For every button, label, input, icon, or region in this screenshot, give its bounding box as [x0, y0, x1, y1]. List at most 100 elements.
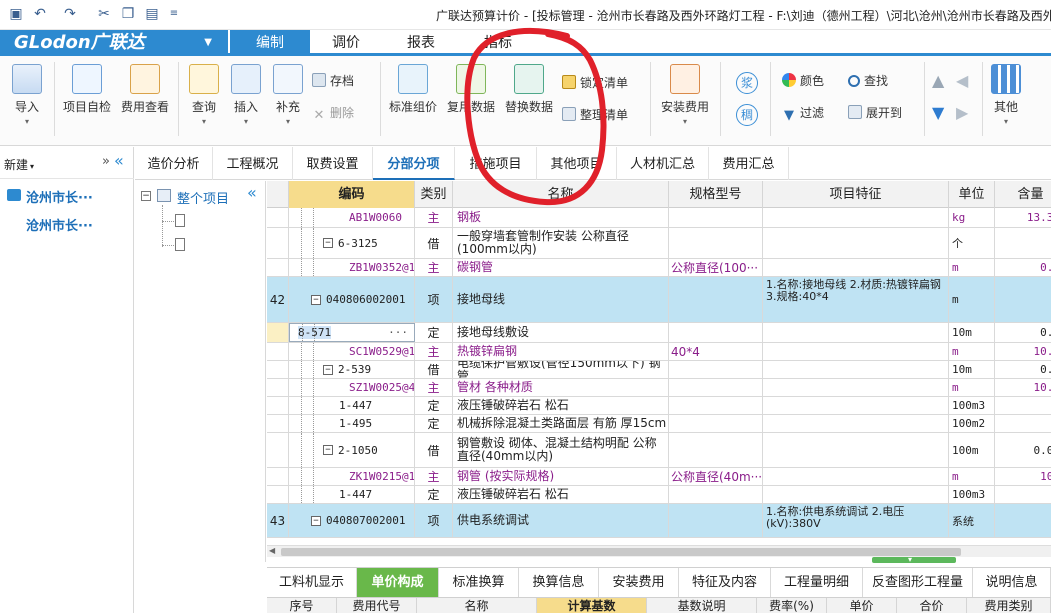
tab-project-overview[interactable]: 工程概况 [213, 147, 293, 180]
tab-zhibiao[interactable]: 指标 [462, 32, 534, 54]
cell-name[interactable]: 钢管敷设 砌体、混凝土结构明配 公称直径(40mm以内) [453, 433, 669, 467]
customize-icon[interactable]: ≡ [166, 6, 182, 22]
cell-spec[interactable]: 公称直径(100··· [669, 259, 763, 276]
cut-icon[interactable]: ✂ [96, 6, 112, 22]
table-row[interactable]: ZB1W0352@1 主 碳钢管 公称直径(100··· m 0.3 [267, 259, 1051, 277]
thin-view-button[interactable]: 浆 [736, 72, 758, 94]
cell-feature[interactable]: 1.名称:供电系统调试 2.电压(kV):380V [763, 504, 949, 537]
cell-type[interactable]: 借 [415, 433, 453, 467]
cell-qty[interactable]: 0.1 [995, 323, 1051, 342]
tab-tiaojia[interactable]: 调价 [310, 32, 382, 54]
cell-qty[interactable]: 0 [995, 228, 1051, 258]
cell-type[interactable]: 借 [415, 228, 453, 258]
cell-qty[interactable]: 103 [995, 468, 1051, 485]
project-self-check-button[interactable]: 项目自检 [60, 64, 114, 115]
organize-list-button[interactable]: 整理清单 [562, 106, 628, 124]
cell-feature[interactable] [763, 397, 949, 414]
horizontal-scrollbar[interactable]: ◀ [267, 545, 1051, 557]
cell-feature[interactable] [763, 208, 949, 227]
table-row[interactable]: SC1W0529@1 主 热镀锌扁钢 40*4 m 10.5 [267, 343, 1051, 361]
brand-menu-button[interactable]: GLodon广联达 ▼ [0, 30, 228, 56]
cell-qty[interactable]: 0 [995, 486, 1051, 503]
cell-seq[interactable]: 42 [267, 277, 289, 322]
ellipsis-button[interactable]: ··· [388, 326, 408, 339]
cell-seq[interactable] [267, 433, 289, 467]
cell-qty[interactable]: 0 [995, 397, 1051, 414]
cell-seq[interactable] [267, 259, 289, 276]
tab-unit-price-composition[interactable]: 单价构成 [357, 568, 439, 598]
header-spec[interactable]: 规格型号 [669, 181, 763, 208]
save-as-button[interactable]: 存档 [312, 72, 354, 90]
move-left-icon[interactable]: ◀ [956, 72, 968, 90]
copy-icon[interactable]: ❐ [120, 6, 136, 22]
cell-code[interactable]: SZ1W0025@4 [289, 379, 415, 396]
cell-type[interactable]: 项 [415, 277, 453, 322]
lock-list-button[interactable]: 锁定清单 [562, 74, 628, 92]
thick-view-button[interactable]: 稠 [736, 104, 758, 126]
cell-qty[interactable]: 0 [995, 415, 1051, 432]
cell-unit[interactable]: m [949, 343, 995, 360]
tab-sub-items[interactable]: 分部分项 [373, 147, 455, 180]
cell-unit[interactable]: 100m3 [949, 486, 995, 503]
save-icon[interactable]: ▣ [8, 6, 24, 22]
import-button[interactable]: 导入 ▾ [6, 64, 48, 126]
tab-labor-material-summary[interactable]: 人材机汇总 [617, 147, 709, 180]
cell-unit[interactable]: m [949, 277, 995, 322]
undo-icon[interactable]: ↶ [32, 6, 48, 22]
cell-qty[interactable]: 0.01 [995, 433, 1051, 467]
cell-feature[interactable] [763, 259, 949, 276]
cell-code[interactable]: SC1W0529@1 [289, 343, 415, 360]
cell-name[interactable]: 管材 各种材质 [453, 379, 669, 396]
cell-seq[interactable] [267, 343, 289, 360]
cell-seq[interactable] [267, 228, 289, 258]
cell-code[interactable]: −6-3125 [289, 228, 415, 258]
cell-qty[interactable] [995, 277, 1051, 322]
cell-seq[interactable] [267, 208, 289, 227]
cell-seq[interactable] [267, 486, 289, 503]
cell-code[interactable]: 1-495 [289, 415, 415, 432]
table-row[interactable]: −6-3125 借 一般穿墙套管制作安装 公称直径(100mm以内) 个 0 [267, 228, 1051, 259]
collapse-toggle-icon[interactable]: − [323, 445, 333, 455]
cell-spec[interactable] [669, 361, 763, 378]
query-button[interactable]: 查询 ▾ [184, 64, 224, 126]
cell-seq[interactable] [267, 397, 289, 414]
cell-code[interactable]: −040806002001 [289, 277, 415, 322]
table-row[interactable]: AB1W0060 主 钢板 kg 13.36 [267, 208, 1051, 228]
table-row[interactable]: SZ1W0025@4 主 管材 各种材质 m 10.3 [267, 379, 1051, 397]
header-name[interactable]: 名称 [453, 181, 669, 208]
cell-unit[interactable]: 10m [949, 361, 995, 378]
tab-baobiao[interactable]: 报表 [385, 32, 457, 54]
cell-unit[interactable]: 系统 [949, 504, 995, 537]
tab-fee-summary[interactable]: 费用汇总 [709, 147, 789, 180]
cell-feature[interactable] [763, 323, 949, 342]
document-icon[interactable] [175, 238, 185, 251]
cell-code[interactable]: 1-447 [289, 397, 415, 414]
cell-seq[interactable] [267, 379, 289, 396]
cell-unit[interactable]: m [949, 259, 995, 276]
cell-seq[interactable] [267, 415, 289, 432]
cell-name[interactable]: 碳钢管 [453, 259, 669, 276]
cell-spec[interactable] [669, 208, 763, 227]
cell-code[interactable]: ZB1W0352@1 [289, 259, 415, 276]
cell-unit[interactable]: 100m2 [949, 415, 995, 432]
cell-spec[interactable] [669, 504, 763, 537]
tab-standard-conversion[interactable]: 标准换算 [439, 568, 519, 598]
cell-name[interactable]: 钢管 (按实际规格) [453, 468, 669, 485]
table-row[interactable]: −2-1050 借 钢管敷设 砌体、混凝土结构明配 公称直径(40mm以内) 100m… [267, 433, 1051, 468]
cell-feature[interactable] [763, 361, 949, 378]
cell-type[interactable]: 主 [415, 343, 453, 360]
collapse-arrow-icon[interactable]: « [114, 151, 124, 170]
move-down-icon[interactable]: ▼ [932, 104, 944, 122]
cell-qty[interactable] [995, 504, 1051, 537]
reuse-data-button[interactable]: 复用数据 [444, 64, 498, 115]
color-button[interactable]: 颜色 [782, 72, 824, 90]
cell-type[interactable]: 项 [415, 504, 453, 537]
cell-feature[interactable] [763, 228, 949, 258]
cell-code[interactable]: ZK1W0215@1 [289, 468, 415, 485]
other-button[interactable]: 其他 ▾ [986, 64, 1026, 126]
tab-fee-settings[interactable]: 取费设置 [293, 147, 373, 180]
move-up-icon[interactable]: ▲ [932, 72, 944, 90]
cell-name[interactable]: 一般穿墙套管制作安装 公称直径(100mm以内) [453, 228, 669, 258]
replace-data-button[interactable]: 替换数据 [502, 64, 556, 115]
new-button[interactable]: 新建 ▾ [4, 156, 34, 173]
